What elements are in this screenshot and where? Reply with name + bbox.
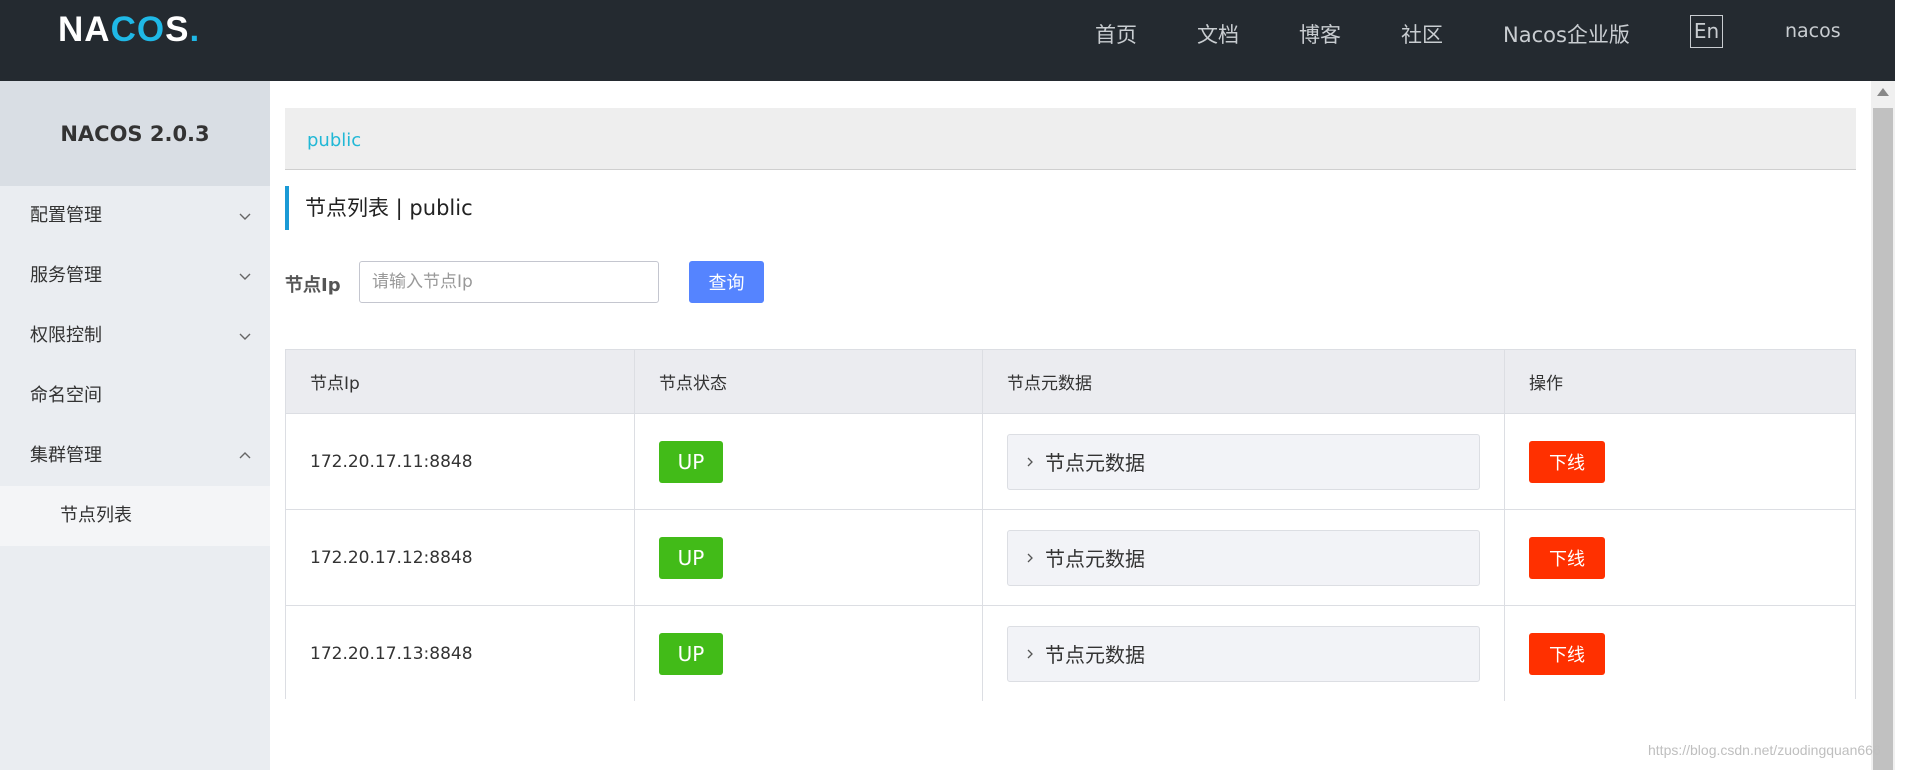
sidebar-subitem-node-list[interactable]: 节点列表: [0, 486, 270, 546]
sidebar-item-label: 配置管理: [30, 205, 102, 226]
namespace-public-link[interactable]: public: [307, 130, 361, 151]
table-row: 172.20.17.12:8848 UP 节点元数据 下线: [286, 509, 1855, 605]
node-ip-input[interactable]: [359, 261, 659, 303]
node-metadata-collapse[interactable]: 节点元数据: [1007, 625, 1480, 682]
chevron-up-icon: [238, 426, 252, 486]
window-edge: [1895, 0, 1920, 770]
nav-home[interactable]: 首页: [1095, 19, 1137, 49]
node-table: 节点Ip 节点状态 节点元数据 操作 172.20.17.11:8848 UP …: [285, 349, 1856, 701]
sidebar-item-config[interactable]: 配置管理: [0, 186, 270, 246]
node-ip: 172.20.17.12:8848: [310, 547, 473, 568]
nav-enterprise[interactable]: Nacos企业版: [1503, 19, 1630, 49]
page-title: 节点列表 | public: [285, 186, 473, 230]
header-actions: 操作: [1529, 374, 1563, 394]
offline-button[interactable]: 下线: [1529, 440, 1605, 483]
query-button[interactable]: 查询: [689, 261, 764, 303]
sidebar-item-label: 集群管理: [30, 445, 102, 466]
header-node-status: 节点状态: [635, 350, 983, 413]
table-header-row: 节点Ip 节点状态 节点元数据 操作: [286, 350, 1855, 413]
sidebar-item-service[interactable]: 服务管理: [0, 246, 270, 306]
sidebar-item-auth[interactable]: 权限控制: [0, 306, 270, 366]
namespace-bar: public: [285, 108, 1856, 170]
scrollbar-thumb[interactable]: [1873, 108, 1893, 770]
watermark: https://blog.csdn.net/zuodingquan666: [1648, 742, 1881, 758]
nav-blog[interactable]: 博客: [1299, 19, 1341, 49]
sidebar-title: NACOS 2.0.3: [0, 81, 270, 186]
sidebar-item-label: 服务管理: [30, 265, 102, 286]
node-ip-label: 节点Ip: [285, 275, 341, 296]
chevron-right-icon: [1015, 626, 1045, 682]
user-name[interactable]: nacos: [1785, 20, 1841, 42]
offline-button[interactable]: 下线: [1529, 632, 1605, 675]
table-row: 172.20.17.11:8848 UP 节点元数据 下线: [286, 413, 1855, 509]
nav-docs[interactable]: 文档: [1197, 19, 1239, 49]
sidebar-item-namespace[interactable]: 命名空间: [0, 366, 270, 426]
status-badge: UP: [659, 440, 723, 483]
header-node-metadata: 节点元数据: [983, 350, 1505, 413]
table-row: 172.20.17.13:8848 UP 节点元数据 下线: [286, 605, 1855, 701]
node-ip: 172.20.17.11:8848: [310, 451, 473, 472]
node-metadata-collapse[interactable]: 节点元数据: [1007, 433, 1480, 490]
node-metadata-label: 节点元数据: [1045, 643, 1145, 667]
chevron-down-icon: [238, 186, 252, 246]
top-bar: NACOS. 首页 文档 博客 社区 Nacos企业版 En nacos: [0, 0, 1895, 81]
chevron-right-icon: [1015, 530, 1045, 586]
sidebar-item-label: 命名空间: [30, 385, 102, 406]
language-toggle-button[interactable]: En: [1690, 15, 1723, 48]
header-node-ip: 节点Ip: [286, 350, 635, 413]
sidebar-item-label: 权限控制: [30, 325, 102, 346]
node-metadata-label: 节点元数据: [1045, 451, 1145, 475]
nacos-logo[interactable]: NACOS.: [58, 10, 200, 50]
chevron-down-icon: [238, 246, 252, 306]
logo-text: NACOS: [58, 10, 190, 49]
offline-button[interactable]: 下线: [1529, 536, 1605, 579]
status-badge: UP: [659, 632, 723, 675]
chevron-down-icon: [238, 306, 252, 366]
node-metadata-label: 节点元数据: [1045, 547, 1145, 571]
sidebar-item-cluster[interactable]: 集群管理: [0, 426, 270, 486]
node-ip: 172.20.17.13:8848: [310, 643, 473, 664]
nav-community[interactable]: 社区: [1401, 19, 1443, 49]
node-metadata-collapse[interactable]: 节点元数据: [1007, 529, 1480, 586]
sidebar: NACOS 2.0.3 配置管理 服务管理 权限控制 命名空间 集群管理 节点列…: [0, 81, 270, 770]
chevron-right-icon: [1015, 434, 1045, 490]
status-badge: UP: [659, 536, 723, 579]
scroll-up-arrow-icon[interactable]: [1877, 88, 1889, 96]
